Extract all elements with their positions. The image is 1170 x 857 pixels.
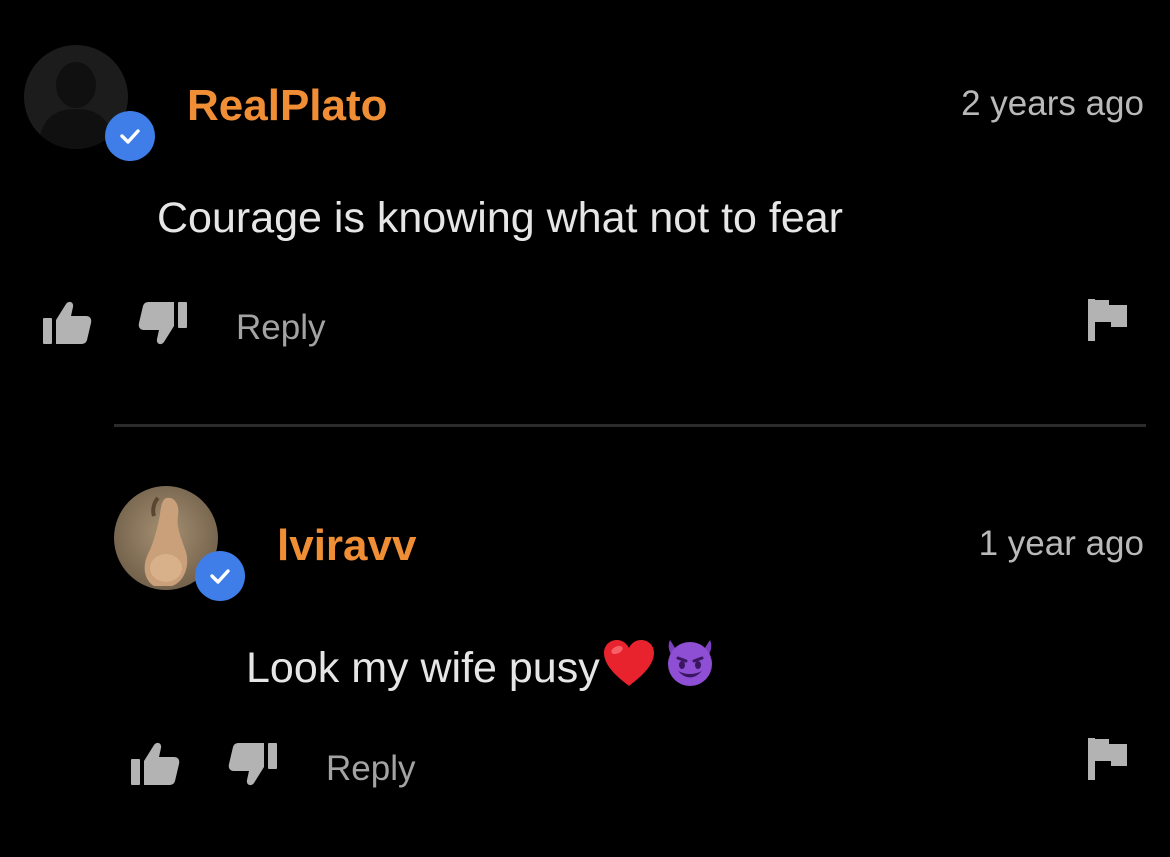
comment-timestamp: 1 year ago	[978, 524, 1144, 563]
red-heart-icon	[602, 638, 656, 696]
thumbs-up-icon[interactable]	[42, 300, 92, 351]
reply-button[interactable]: Reply	[236, 310, 325, 345]
report-flag-icon[interactable]	[1087, 737, 1129, 786]
verified-badge-icon	[195, 551, 245, 601]
smiling-face-with-horns-icon	[662, 636, 718, 696]
comment-text-content: Courage is knowing what not to fear	[157, 194, 844, 242]
thumbs-down-icon[interactable]	[138, 300, 188, 351]
comment-text: Courage is knowing what not to fear	[157, 197, 843, 240]
comment-text: Look my wife pusy	[246, 636, 718, 696]
reply-button[interactable]: Reply	[326, 751, 415, 786]
verified-badge-icon	[105, 111, 155, 161]
thumbs-up-icon[interactable]	[130, 741, 180, 792]
comment-username[interactable]: RealPlato	[187, 84, 388, 128]
comment-username[interactable]: lviravv	[277, 524, 416, 568]
thumbs-down-icon[interactable]	[228, 741, 278, 792]
comment-text-content: Look my wife pusy	[246, 644, 600, 692]
comment-divider	[114, 424, 1146, 427]
report-flag-icon[interactable]	[1087, 298, 1129, 347]
comment-timestamp: 2 years ago	[961, 84, 1144, 123]
